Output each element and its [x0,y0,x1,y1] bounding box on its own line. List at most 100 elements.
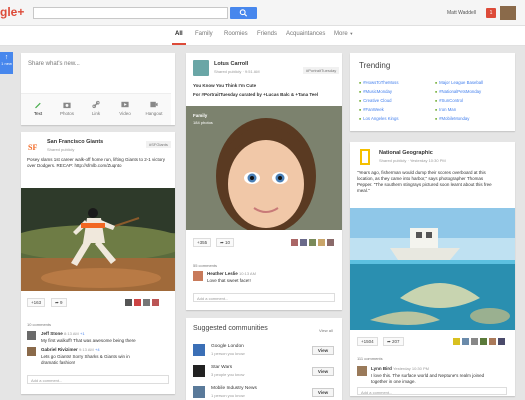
user-avatar[interactable] [500,6,516,20]
view-all-link[interactable]: View all [319,328,333,333]
share-text-button[interactable]: Text [27,100,49,116]
comment-text-line-1: I love this. The surface world and Neptu… [371,373,485,378]
post-photo-baseball[interactable] [21,188,175,291]
plusoner-avatar[interactable] [453,338,460,345]
tab-friends[interactable]: Friends [257,31,277,37]
plusoner-avatar[interactable] [134,299,141,306]
tab-family[interactable]: Family [195,31,213,37]
tab-roomies[interactable]: Roomies [224,31,248,37]
share-prompt-input[interactable]: Share what's new... [28,61,80,67]
plusoner-avatar[interactable] [300,239,307,246]
google-plus-logo[interactable]: gle+ [0,5,24,19]
commenter-avatar[interactable] [357,366,367,376]
view-community-button[interactable]: View [312,367,334,376]
notification-badge[interactable]: 1 [486,8,496,18]
album-title[interactable]: Family [193,113,207,118]
comment-text: Love that sweet face!! [207,278,251,283]
add-comment-input[interactable]: Add a comment... [27,375,169,384]
natgeo-logo [360,149,370,165]
share-video-button[interactable]: Video [114,100,136,116]
community-avatar[interactable] [193,386,205,398]
hashtag-badge[interactable]: #PortraitTuesday [303,67,340,74]
add-comment-input[interactable]: Add a comment... [193,293,335,302]
trending-topic[interactable]: #MobileMonday [435,116,469,121]
tab-acquaintances[interactable]: Acquaintances [286,31,325,37]
plusoner-avatar[interactable] [498,338,505,345]
plusoner-avatar[interactable] [471,338,478,345]
plusoner-avatar[interactable] [462,338,469,345]
share-link-button[interactable]: Link [85,100,107,116]
new-posts-button[interactable]: ↑ 1 new [0,52,13,74]
share-photos-button[interactable]: Photos [56,100,78,116]
author-avatar[interactable] [357,149,373,165]
comment-plus[interactable]: +4 [95,347,100,352]
hashtag-badge[interactable]: #SFGiants [146,141,171,148]
post-text-line-1: You Know You Think I'm Cute [193,83,257,88]
post-text-line-2[interactable]: over Dodgers. RECAP: http://sfmlb.com/Zu… [27,163,122,169]
author-avatar[interactable]: SF [27,139,43,155]
add-comment-input[interactable]: Add a comment... [357,387,507,395]
comment-plus[interactable]: +1 [80,331,85,336]
view-community-button[interactable]: View [312,346,334,355]
post-author[interactable]: Lotus Carroll [214,61,248,67]
sf-giants-logo: SF [28,143,37,152]
commenter-avatar[interactable] [27,331,36,340]
view-community-button[interactable]: View [312,388,334,397]
trending-topic[interactable]: Creative Cloud [359,98,391,103]
comments-count[interactable]: 10 comments [27,322,51,327]
user-name[interactable]: Matt Waddell [447,10,476,16]
plusoner-avatar[interactable] [318,239,325,246]
plus-one-button[interactable]: +1504 [357,337,378,346]
top-bar: gle+ Matt Waddell 1 [0,0,525,26]
commenter-avatar[interactable] [27,347,36,356]
search-input[interactable] [33,7,228,19]
share-hangout-button[interactable]: Hangout [143,100,165,116]
plusoner-avatar[interactable] [143,299,150,306]
comment-author[interactable]: Heather Leslie 10:13 AM [207,271,256,276]
tab-all[interactable]: All [172,31,186,45]
plusoner-avatar[interactable] [152,299,159,306]
community-name[interactable]: Mobile Industry News [211,386,257,391]
community-avatar[interactable] [193,365,205,377]
trending-topic[interactable]: #MusicMonday [359,89,392,94]
post-photo-stingrays[interactable] [350,208,515,330]
stream-filter-bar: All Family Roomies Friends Acquaintances… [0,26,525,46]
community-name[interactable]: Google London [211,344,244,349]
comment-author[interactable]: Jeff Stone 8:13 AM +1 [41,331,85,336]
search-button[interactable] [230,7,257,19]
trending-topic[interactable]: Iron Man [435,107,456,112]
trending-topic[interactable]: #HowsToTheMoss [359,80,398,85]
reshare-button[interactable]: ➦ 10 [216,238,235,247]
comment-author[interactable]: Gabriel Rivizimer 9:13 AM +4 [41,347,100,352]
trending-topic[interactable]: #FanWeek [359,107,384,112]
community-avatar[interactable] [193,344,205,356]
plusoner-avatar[interactable] [480,338,487,345]
plusoner-avatar[interactable] [125,299,132,306]
reshare-button[interactable]: ➦ 207 [383,337,404,346]
trending-topic[interactable]: Major League Baseball [435,80,483,85]
tab-more[interactable]: More ▼ [334,31,353,37]
post-author[interactable]: San Francisco Giants [47,139,103,145]
plusoner-avatar[interactable] [489,338,496,345]
share-actions: Text Photos Link Video Hangout [21,93,171,125]
post-author[interactable]: National Geographic [379,150,433,156]
comments-count[interactable]: 55 comments [193,263,217,268]
trending-topic[interactable]: #SunControl [435,98,463,103]
plusoner-avatar[interactable] [309,239,316,246]
new-posts-label: 1 new [1,61,12,66]
community-name[interactable]: Star Wars [211,365,232,370]
commenter-avatar[interactable] [193,271,203,281]
author-avatar[interactable] [193,60,209,76]
comments-count[interactable]: 111 comments [357,356,383,361]
trending-topic[interactable]: #NationalPetsMonday [435,89,481,94]
plusoner-avatar[interactable] [291,239,298,246]
svg-text:SF: SF [28,143,37,152]
plus-one-button[interactable]: +355 [193,238,212,247]
reshare-button[interactable]: ➦ 9 [51,298,67,307]
plus-one-button[interactable]: +163 [27,298,46,307]
trending-topic[interactable]: Los Angeles Kings [359,116,398,121]
post-text-line-2[interactable]: For #PortraitTuesday curated by +Lucas B… [193,92,318,98]
comment-author[interactable]: Lynn Bird Yesterday 10:30 PM [371,366,429,371]
comment-time: 8:13 AM [64,331,79,336]
plusoner-avatar[interactable] [327,239,334,246]
